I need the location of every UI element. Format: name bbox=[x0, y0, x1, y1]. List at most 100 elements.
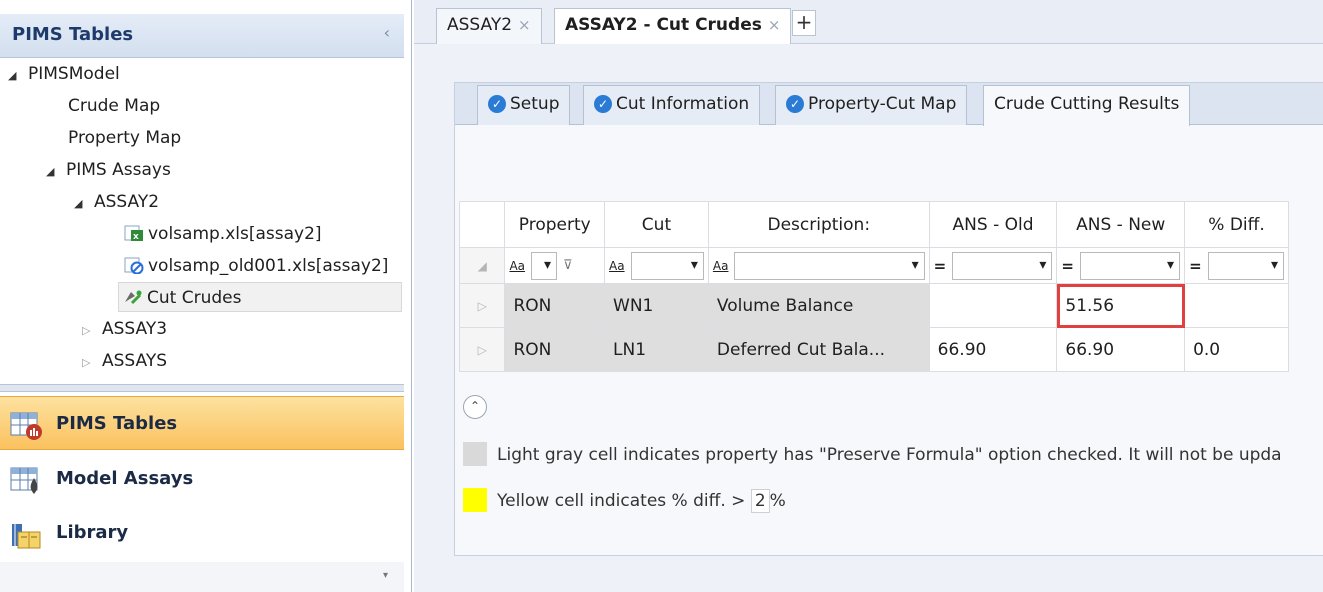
tree-item-label: Cut Crudes bbox=[147, 288, 242, 308]
row-selector[interactable]: ▷ bbox=[458, 283, 506, 328]
cell-cut[interactable]: LN1 bbox=[604, 327, 709, 372]
yellow-swatch bbox=[463, 488, 487, 512]
legend-gray-text: Light gray cell indicates property has "… bbox=[497, 445, 1282, 465]
clear-filter-icon[interactable]: ⊽ bbox=[563, 258, 573, 273]
sidebar-title: PIMS Tables bbox=[12, 24, 134, 45]
collapse-sidebar-icon[interactable]: ‹ bbox=[384, 23, 390, 42]
row-selector[interactable]: ▷ bbox=[458, 327, 506, 372]
filter-dropdown[interactable] bbox=[1079, 251, 1181, 280]
check-circle-icon: ✓ bbox=[594, 95, 612, 113]
tab-setup[interactable]: ✓ Setup bbox=[477, 85, 571, 125]
filter-dropdown[interactable] bbox=[952, 251, 1053, 280]
equals-filter-icon[interactable]: = bbox=[1061, 257, 1074, 275]
column-header-property[interactable]: Property bbox=[504, 201, 606, 248]
tree-item-property-map[interactable]: Property Map bbox=[68, 123, 181, 153]
filter-dropdown[interactable] bbox=[734, 251, 925, 280]
cell-property[interactable]: RON bbox=[504, 283, 606, 328]
gray-swatch bbox=[463, 442, 487, 466]
tree-item-label: ASSAY3 bbox=[102, 319, 168, 339]
tree-item-label: PIMSModel bbox=[28, 64, 120, 84]
grid-filter-row: ◢ Aa ⊽ Aa Aa bbox=[458, 247, 1289, 284]
sidebar: PIMS Tables ‹ ◢ PIMSModel Crude Map Prope… bbox=[0, 0, 412, 592]
table-row[interactable]: ▷ RON WN1 Volume Balance 51.56 bbox=[458, 283, 1289, 328]
cell-diff[interactable] bbox=[1184, 283, 1289, 328]
expanded-arrow-icon[interactable]: ◢ bbox=[74, 189, 94, 219]
tree-item-label: ASSAY2 bbox=[94, 192, 160, 212]
check-circle-icon: ✓ bbox=[786, 95, 804, 113]
tree-item-cut-crudes[interactable]: Cut Crudes bbox=[118, 282, 402, 312]
nav-model-assays[interactable]: Model Assays bbox=[0, 452, 404, 506]
column-header-cut[interactable]: Cut bbox=[604, 201, 709, 248]
close-tab-icon[interactable]: × bbox=[518, 16, 531, 34]
tree-item-pims-assays[interactable]: ◢ PIMS Assays bbox=[46, 155, 171, 185]
nav-pims-tables[interactable]: PIMS Tables bbox=[0, 396, 404, 450]
cell-description[interactable]: Deferred Cut Bala... bbox=[707, 327, 930, 372]
filter-dropdown[interactable] bbox=[1207, 251, 1284, 280]
nav-label: Model Assays bbox=[56, 468, 194, 489]
diff-threshold-input[interactable]: 2 bbox=[750, 489, 770, 513]
tree-item-assay3[interactable]: ▷ ASSAY3 bbox=[82, 314, 167, 344]
tree-item-assay2[interactable]: ◢ ASSAY2 bbox=[74, 187, 159, 217]
sidebar-header: PIMS Tables ‹ bbox=[0, 14, 404, 58]
close-tab-icon[interactable]: × bbox=[768, 16, 781, 34]
filter-ans-new: = bbox=[1056, 247, 1186, 284]
tree-item-volsamp[interactable]: x volsamp.xls[assay2] bbox=[124, 219, 322, 249]
tab-crude-cutting-results[interactable]: Crude Cutting Results bbox=[983, 85, 1191, 126]
tree-item-label: ASSAYS bbox=[102, 351, 168, 371]
cell-ans-old[interactable]: 66.90 bbox=[928, 327, 1058, 372]
model-assays-icon bbox=[10, 464, 44, 494]
collapse-legend-button[interactable]: ⌃ bbox=[463, 395, 487, 419]
filter-description: Aa bbox=[707, 247, 930, 284]
tab-cut-information[interactable]: ✓ Cut Information bbox=[583, 85, 761, 125]
tab-property-cut-map[interactable]: ✓ Property-Cut Map bbox=[775, 85, 968, 125]
svg-text:x: x bbox=[133, 232, 139, 242]
text-filter-icon[interactable]: Aa bbox=[713, 259, 729, 273]
table-row[interactable]: ▷ RON LN1 Deferred Cut Bala... 66.90 66.… bbox=[458, 327, 1289, 372]
column-header-description[interactable]: Description: bbox=[707, 201, 930, 248]
cell-property[interactable]: RON bbox=[504, 327, 606, 372]
expanded-arrow-icon[interactable]: ◢ bbox=[8, 61, 28, 91]
cell-description[interactable]: Volume Balance bbox=[707, 283, 930, 328]
tree-item-label: volsamp_old001.xls[assay2] bbox=[148, 256, 389, 276]
tree-item-label: PIMS Assays bbox=[66, 160, 171, 180]
tree-item-volsamp-old[interactable]: volsamp_old001.xls[assay2] bbox=[124, 251, 388, 281]
tree-item-crude-map[interactable]: Crude Map bbox=[68, 91, 160, 121]
tree-item-assays[interactable]: ▷ ASSAYS bbox=[82, 346, 167, 376]
tab-label: Cut Information bbox=[616, 94, 750, 114]
filter-property: Aa ⊽ bbox=[504, 247, 606, 284]
add-tab-button[interactable]: + bbox=[792, 10, 816, 36]
collapsed-arrow-icon[interactable]: ▷ bbox=[82, 348, 102, 378]
cell-cut[interactable]: WN1 bbox=[604, 283, 709, 328]
unlinked-file-icon bbox=[124, 254, 144, 275]
filter-dropdown[interactable] bbox=[630, 251, 704, 280]
cut-crudes-icon bbox=[123, 286, 143, 305]
tab-label: Property-Cut Map bbox=[808, 94, 957, 114]
sidebar-splitter[interactable] bbox=[0, 384, 404, 392]
text-filter-icon[interactable]: Aa bbox=[609, 259, 625, 273]
filter-ans-old: = bbox=[928, 247, 1058, 284]
nav-library[interactable]: Library bbox=[0, 506, 404, 560]
tree-item-label: Crude Map bbox=[68, 96, 161, 116]
tree-item-pimsmodel[interactable]: ◢ PIMSModel bbox=[8, 59, 120, 89]
cell-diff[interactable]: 0.0 bbox=[1184, 327, 1289, 372]
text-filter-icon[interactable]: Aa bbox=[509, 259, 525, 273]
cell-ans-old[interactable] bbox=[928, 283, 1058, 328]
column-header-ans-old[interactable]: ANS - Old bbox=[928, 201, 1058, 248]
collapsed-arrow-icon[interactable]: ▷ bbox=[82, 316, 102, 346]
legend-yellow-suffix: % bbox=[769, 491, 786, 511]
filter-dropdown[interactable] bbox=[531, 251, 558, 280]
equals-filter-icon[interactable]: = bbox=[934, 257, 947, 275]
configure-buttons-icon[interactable]: ▾ bbox=[383, 570, 388, 581]
filter-row-marker: ◢ bbox=[458, 247, 506, 284]
equals-filter-icon[interactable]: = bbox=[1189, 257, 1202, 275]
tab-label: Setup bbox=[510, 94, 560, 114]
nav-label: Library bbox=[56, 522, 129, 543]
expanded-arrow-icon[interactable]: ◢ bbox=[46, 157, 66, 187]
column-header-ans-new[interactable]: ANS - New bbox=[1056, 201, 1186, 248]
tab-assay2[interactable]: ASSAY2 × bbox=[436, 8, 542, 44]
cell-ans-new[interactable]: 51.56 bbox=[1056, 283, 1186, 328]
column-header-diff[interactable]: % Diff. bbox=[1184, 201, 1289, 248]
tab-assay2-cut-crudes[interactable]: ASSAY2 - Cut Crudes × bbox=[554, 8, 792, 44]
cell-ans-new[interactable]: 66.90 bbox=[1056, 327, 1186, 372]
document-tab-bar: ASSAY2 × ASSAY2 - Cut Crudes × + bbox=[414, 0, 1323, 44]
